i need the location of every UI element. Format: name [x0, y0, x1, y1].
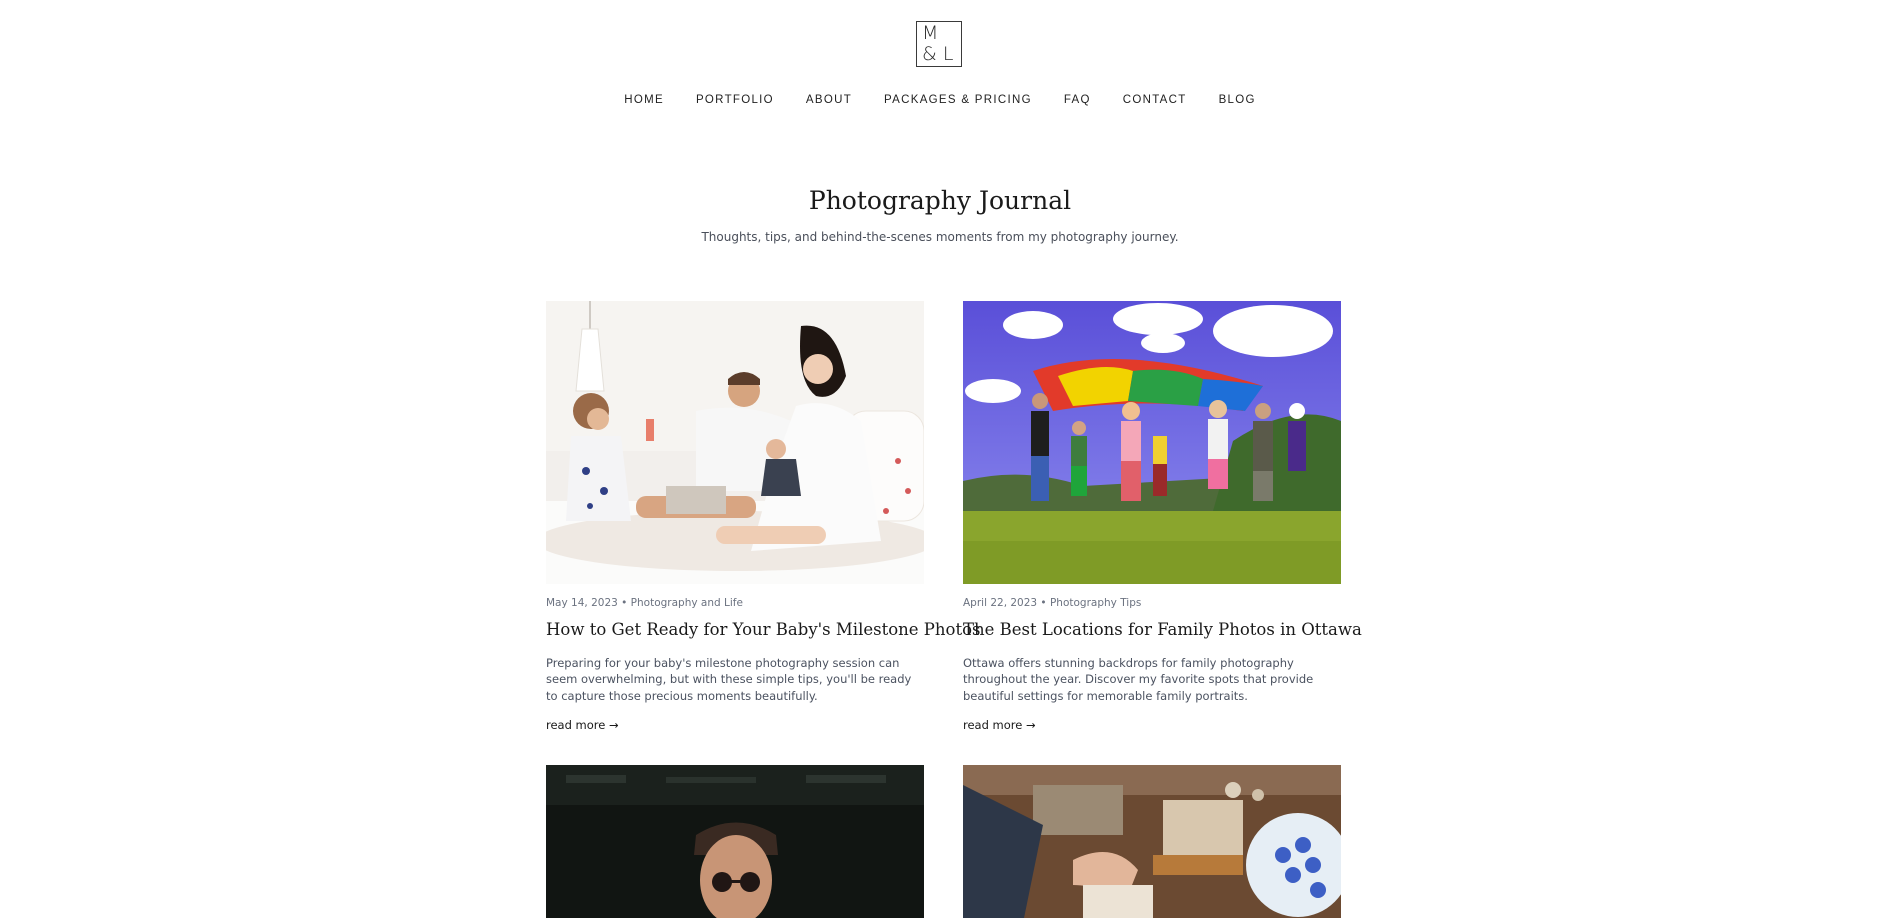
crafting-table-photo[interactable]: [963, 765, 1341, 918]
post-excerpt: Preparing for your baby's milestone phot…: [546, 655, 912, 703]
page-title: Photography Journal: [808, 186, 1072, 215]
nav-home[interactable]: HOME: [624, 93, 664, 107]
read-more-link[interactable]: read more →: [963, 718, 1036, 732]
post-meta: April 22, 2023 • Photography Tips: [963, 597, 1142, 609]
kids-with-parachute-photo[interactable]: [963, 301, 1341, 584]
page: M & L HOME PORTFOLIO ABOUT PACKAGES & PR…: [0, 0, 1880, 918]
nav-packages-pricing[interactable]: PACKAGES & PRICING: [884, 93, 1032, 107]
post-meta: May 14, 2023 • Photography and Life: [546, 597, 743, 609]
nav-portfolio[interactable]: PORTFOLIO: [696, 93, 774, 107]
blog-card: [963, 765, 1341, 918]
logo-line-2: & L: [922, 43, 954, 65]
man-with-sunglasses-photo[interactable]: [546, 765, 924, 918]
nav-about[interactable]: ABOUT: [806, 93, 852, 107]
post-title[interactable]: How to Get Ready for Your Baby's Milesto…: [546, 619, 980, 641]
read-more-link[interactable]: read more →: [546, 718, 619, 732]
site-logo[interactable]: M & L: [916, 21, 962, 67]
nav-faq[interactable]: FAQ: [1064, 93, 1091, 107]
nav-blog[interactable]: BLOG: [1219, 93, 1256, 107]
post-title[interactable]: The Best Locations for Family Photos in …: [963, 619, 1362, 641]
page-subtitle: Thoughts, tips, and behind-the-scenes mo…: [701, 230, 1179, 244]
logo-line-1: M: [922, 22, 939, 44]
blog-card: May 14, 2023 • Photography and Life How …: [546, 301, 980, 734]
main-nav: HOME PORTFOLIO ABOUT PACKAGES & PRICING …: [0, 93, 1880, 107]
nav-contact[interactable]: CONTACT: [1123, 93, 1187, 107]
family-on-bed-photo[interactable]: [546, 301, 924, 584]
blog-card: [546, 765, 924, 918]
blog-card: April 22, 2023 • Photography Tips The Be…: [963, 301, 1362, 734]
post-excerpt: Ottawa offers stunning backdrops for fam…: [963, 655, 1314, 703]
